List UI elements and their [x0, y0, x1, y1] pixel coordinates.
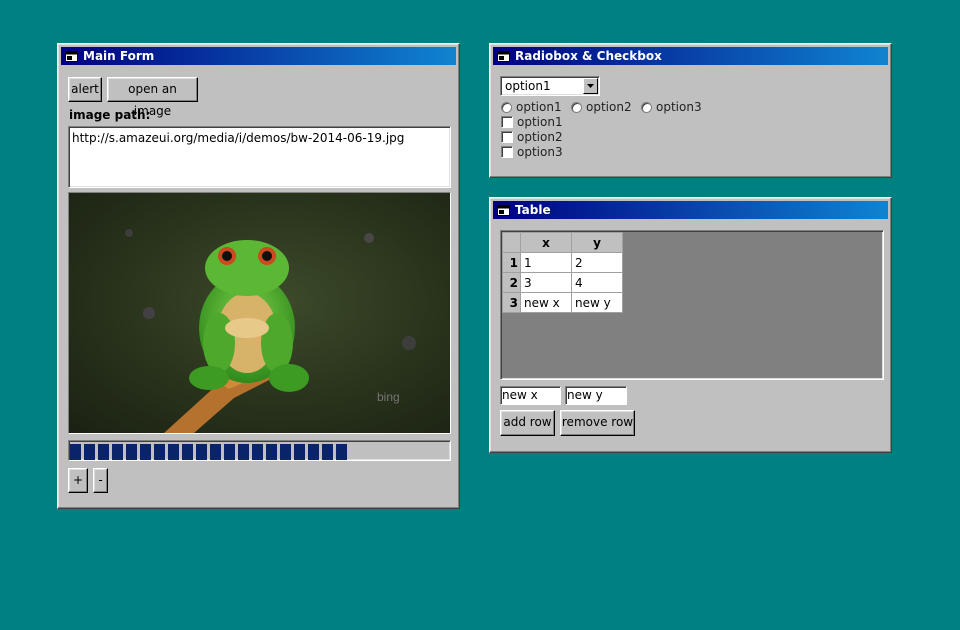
data-table: x y 1 1 2 2 3 4 3 new x new y [502, 232, 623, 313]
image-view: bing [68, 192, 451, 434]
progress-block [98, 444, 109, 460]
window-icon [497, 204, 510, 216]
column-header-y[interactable]: y [571, 232, 623, 253]
progress-bar [68, 440, 451, 461]
radio-label: option1 [516, 100, 562, 114]
window-icon [65, 50, 78, 62]
checkbox-box[interactable] [501, 131, 513, 143]
frog-image: bing [69, 193, 450, 433]
row-number[interactable]: 1 [502, 252, 521, 273]
progress-block [280, 444, 291, 460]
table-cell[interactable]: new y [571, 292, 623, 313]
new-x-input[interactable]: new x [500, 386, 561, 405]
table-cell[interactable]: new x [520, 292, 572, 313]
table-row[interactable]: 1 1 2 [502, 252, 623, 273]
radio-option3[interactable]: option3 [641, 100, 702, 114]
progress-block [168, 444, 179, 460]
progress-block [70, 444, 81, 460]
progress-block [210, 444, 221, 460]
chevron-down-icon [587, 84, 594, 88]
progress-block [154, 444, 165, 460]
progress-block [294, 444, 305, 460]
window-title: Table [515, 203, 551, 217]
radio-checkbox-window: Radiobox & Checkbox option1 option1 opti… [489, 43, 892, 178]
table-header-row: x y [502, 232, 623, 253]
radio-circle[interactable] [501, 101, 512, 113]
radio-label: option3 [656, 100, 702, 114]
table-cell[interactable]: 3 [520, 272, 572, 293]
option-select[interactable]: option1 [500, 76, 600, 96]
main-form-window: Main Form alert open an image image path… [57, 43, 460, 509]
checkbox-box[interactable] [501, 116, 513, 128]
checkbox-label: option2 [517, 130, 563, 144]
main-form-titlebar[interactable]: Main Form [61, 47, 456, 65]
progress-block [266, 444, 277, 460]
progress-block [112, 444, 123, 460]
window-title: Main Form [83, 49, 155, 63]
checkbox-label: option3 [517, 145, 563, 159]
radio-option1[interactable]: option1 [501, 100, 562, 114]
image-path-label: image path: [69, 108, 151, 122]
progress-block [126, 444, 137, 460]
table-view: x y 1 1 2 2 3 4 3 new x new y [500, 230, 884, 380]
image-path-field[interactable]: http://s.amazeui.org/media/i/demos/bw-20… [68, 126, 451, 188]
remove-row-button[interactable]: remove row [560, 410, 635, 436]
radio-circle[interactable] [571, 101, 582, 113]
add-row-button[interactable]: add row [500, 410, 555, 436]
table-cell[interactable]: 4 [571, 272, 623, 293]
new-y-input[interactable]: new y [565, 386, 627, 405]
progress-block [182, 444, 193, 460]
corner-header [502, 232, 521, 253]
checkbox-box[interactable] [501, 146, 513, 158]
progress-block [238, 444, 249, 460]
progress-block [196, 444, 207, 460]
progress-block [84, 444, 95, 460]
row-number[interactable]: 2 [502, 272, 521, 293]
checkbox-option3[interactable]: option3 [501, 145, 563, 159]
progress-block [224, 444, 235, 460]
window-title: Radiobox & Checkbox [515, 49, 662, 63]
progress-block [336, 444, 347, 460]
table-row[interactable]: 3 new x new y [502, 292, 623, 313]
image-path-value: http://s.amazeui.org/media/i/demos/bw-20… [72, 131, 405, 145]
radio-label: option2 [586, 100, 632, 114]
radio-circle[interactable] [641, 101, 652, 113]
table-titlebar[interactable]: Table [493, 201, 888, 219]
open-image-button[interactable]: open an image [107, 77, 198, 118]
table-row[interactable]: 2 3 4 [502, 272, 623, 293]
column-header-x[interactable]: x [520, 232, 572, 253]
progress-block [308, 444, 319, 460]
dropdown-arrow-button[interactable] [583, 78, 598, 94]
minus-button[interactable]: - [93, 468, 108, 493]
checkbox-option2[interactable]: option2 [501, 130, 563, 144]
checkbox-label: option1 [517, 115, 563, 129]
progress-block [252, 444, 263, 460]
table-window: Table x y 1 1 2 2 3 4 3 new x new y new … [489, 197, 892, 453]
progress-block [140, 444, 151, 460]
progress-block [322, 444, 333, 460]
checkbox-option1[interactable]: option1 [501, 115, 563, 129]
window-icon [497, 50, 510, 62]
bing-watermark: bing [377, 390, 400, 404]
table-cell[interactable]: 1 [520, 252, 572, 273]
radio-option2[interactable]: option2 [571, 100, 632, 114]
option-select-value: option1 [505, 79, 551, 93]
table-cell[interactable]: 2 [571, 252, 623, 273]
plus-button[interactable]: + [68, 468, 88, 493]
alert-button[interactable]: alert [68, 77, 102, 102]
row-number[interactable]: 3 [502, 292, 521, 313]
radio-checkbox-titlebar[interactable]: Radiobox & Checkbox [493, 47, 888, 65]
